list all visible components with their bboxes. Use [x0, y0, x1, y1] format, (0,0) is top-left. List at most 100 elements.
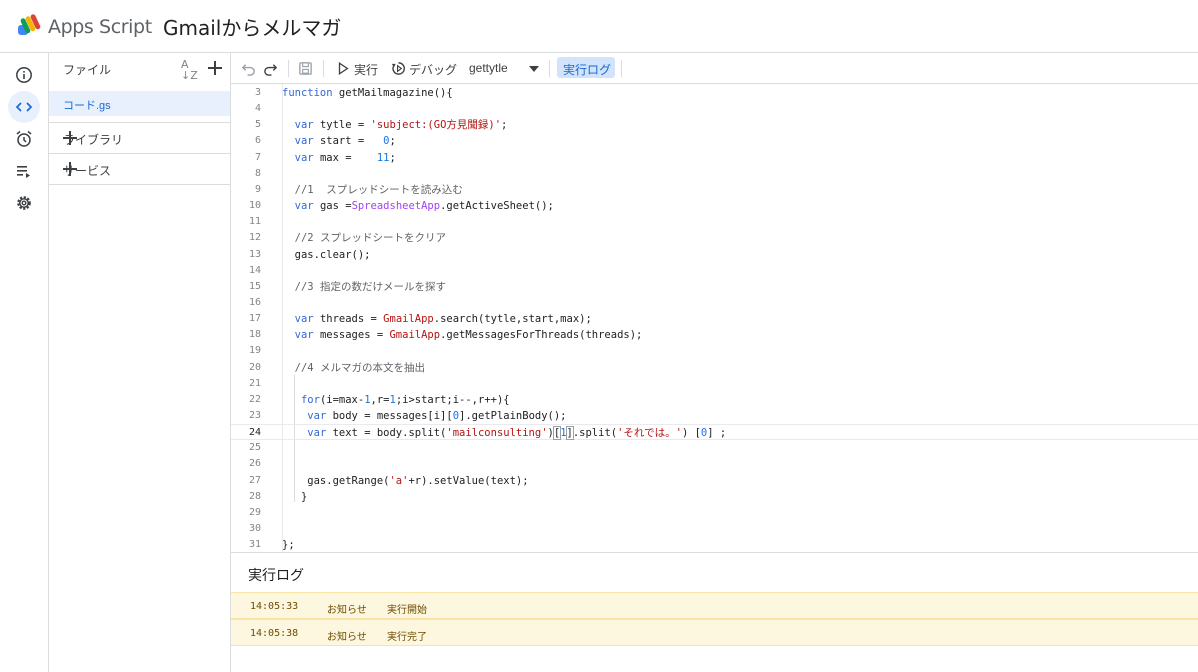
code-line[interactable]: 21	[231, 376, 1198, 392]
code-line[interactable]: 20 //4 メルマガの本文を抽出	[231, 360, 1198, 376]
code-text[interactable]: //4 メルマガの本文を抽出	[282, 360, 425, 376]
code-line[interactable]: 9 //1 スプレッドシートを読み込む	[231, 182, 1198, 198]
code-line[interactable]: 24 var text = body.split('mailconsulting…	[231, 424, 1198, 441]
debug-button[interactable]: デバッグ	[409, 61, 457, 78]
toolbar-separator	[323, 60, 324, 77]
rail-editor-button[interactable]	[8, 91, 40, 123]
code-line[interactable]: 29	[231, 505, 1198, 521]
line-number: 3	[254, 87, 261, 98]
libraries-section[interactable]: ライブラリ	[49, 122, 231, 152]
code-line[interactable]: 16	[231, 295, 1198, 311]
code-line[interactable]: 17 var threads = GmailApp.search(tytle,s…	[231, 311, 1198, 327]
chevron-down-icon[interactable]	[529, 66, 539, 72]
code-line[interactable]: 4	[231, 101, 1198, 117]
execution-log-title: 実行ログ	[248, 567, 304, 583]
code-text[interactable]: //3 指定の数だけメールを探す	[282, 279, 446, 295]
code-line[interactable]: 31};	[231, 537, 1198, 552]
execution-log-panel: 実行ログ 14:05:33 お知らせ 実行開始 14:05:38 お知らせ 実行…	[231, 552, 1198, 672]
log-time: 14:05:38	[250, 628, 299, 639]
code-text[interactable]: var tytle = 'subject:(GO方見聞録)';	[282, 117, 508, 133]
code-line[interactable]: 28 }	[231, 489, 1198, 505]
line-number: 15	[248, 280, 261, 292]
code-text[interactable]: var body = messages[i][0].getPlainBody()…	[282, 408, 566, 424]
code-line[interactable]: 12 //2 スプレッドシートをクリア	[231, 230, 1198, 246]
line-number: 19	[248, 345, 261, 357]
run-button[interactable]: 実行	[354, 61, 378, 78]
file-item-code-gs[interactable]: コード.gs	[49, 91, 230, 116]
code-line[interactable]: 27 gas.getRange('a'+r).setValue(text);	[231, 473, 1198, 489]
code-text[interactable]: var max = 11;	[282, 150, 396, 166]
executions-list-icon	[17, 166, 30, 178]
rail-overview-button[interactable]	[8, 59, 40, 91]
rail-triggers-button[interactable]	[8, 123, 40, 155]
code-line[interactable]: 23 var body = messages[i][0].getPlainBod…	[231, 408, 1198, 424]
code-text[interactable]: //1 スプレッドシートを読み込む	[282, 182, 463, 198]
function-select[interactable]: gettytle	[469, 61, 508, 75]
code-text[interactable]: //2 スプレッドシートをクリア	[282, 230, 446, 246]
code-text[interactable]: var gas =SpreadsheetApp.getActiveSheet()…	[282, 198, 554, 214]
code-editor[interactable]: 3 function getMailmagazine(){4 5 var tytle…	[231, 84, 1198, 552]
code-line[interactable]: 18 var messages = GmailApp.getMessagesFo…	[231, 327, 1198, 343]
code-line[interactable]: 13 gas.clear();	[231, 247, 1198, 263]
line-number: 21	[248, 377, 261, 389]
code-line[interactable]: 3 function getMailmagazine(){	[231, 85, 1198, 101]
alarm-clock-icon	[16, 130, 32, 147]
save-icon[interactable]	[296, 59, 314, 77]
code-line[interactable]: 14	[231, 263, 1198, 279]
debug-icon[interactable]	[390, 59, 406, 77]
services-section[interactable]: サービス	[49, 153, 231, 183]
code-line[interactable]: 8	[231, 166, 1198, 182]
file-item-label: コード.gs	[63, 100, 111, 112]
line-number: 13	[248, 248, 261, 260]
rail-settings-button[interactable]	[8, 187, 40, 219]
code-text[interactable]: for(i=max-1,r=1;i>start;i--,r++){	[282, 392, 510, 408]
code-line[interactable]: 7 var max = 11;	[231, 150, 1198, 166]
log-time: 14:05:33	[250, 601, 299, 612]
sort-az-icon[interactable]: A ↓Z	[181, 59, 198, 81]
code-line[interactable]: 6 var start = 0;	[231, 133, 1198, 149]
line-number: 30	[248, 523, 261, 535]
line-number: 11	[248, 216, 261, 228]
code-line[interactable]: 25	[231, 440, 1198, 456]
code-line[interactable]: 15 //3 指定の数だけメールを探す	[231, 279, 1198, 295]
code-text[interactable]: var start = 0;	[282, 133, 396, 149]
code-line[interactable]: 26	[231, 456, 1198, 472]
code-text[interactable]: function getMailmagazine(){	[282, 85, 453, 101]
run-play-icon[interactable]	[336, 59, 350, 77]
app-name[interactable]: Apps Script	[48, 16, 152, 38]
line-number: 9	[254, 183, 261, 195]
gear-icon	[17, 196, 31, 210]
line-number: 26	[248, 458, 261, 470]
line-number: 16	[248, 296, 261, 308]
line-number: 23	[248, 410, 261, 421]
add-library-icon[interactable]	[63, 131, 77, 145]
redo-icon[interactable]	[261, 59, 279, 77]
add-service-icon[interactable]	[63, 162, 77, 176]
code-text[interactable]: gas.clear();	[282, 247, 371, 263]
code-text[interactable]: }	[282, 489, 307, 505]
code-line[interactable]: 22 for(i=max-1,r=1;i>start;i--,r++){	[231, 392, 1198, 408]
code-text[interactable]: var threads = GmailApp.search(tytle,star…	[282, 311, 592, 327]
code-line[interactable]: 19	[231, 343, 1198, 359]
code-text[interactable]: gas.getRange('a'+r).setValue(text);	[282, 473, 528, 489]
add-file-icon[interactable]	[208, 61, 222, 75]
undo-icon[interactable]	[239, 59, 257, 77]
code-text[interactable]: var text = body.split('mailconsulting')[…	[282, 425, 726, 441]
line-number: 20	[248, 361, 261, 373]
code-line[interactable]: 10 var gas =SpreadsheetApp.getActiveShee…	[231, 198, 1198, 214]
code-line[interactable]: 30	[231, 521, 1198, 537]
line-number: 7	[254, 151, 261, 163]
code-line[interactable]: 5 var tytle = 'subject:(GO方見聞録)';	[231, 117, 1198, 133]
rail-executions-button[interactable]	[8, 155, 40, 187]
line-number: 12	[248, 232, 261, 244]
code-text[interactable]: };	[282, 537, 295, 552]
code-text[interactable]: var messages = GmailApp.getMessagesForTh…	[282, 327, 643, 343]
project-title[interactable]: Gmailからメルマガ	[163, 12, 341, 41]
execution-log-toggle[interactable]: 実行ログ	[557, 57, 615, 78]
log-message: 実行開始	[387, 605, 427, 616]
code-icon	[15, 102, 33, 112]
code-line[interactable]: 11	[231, 214, 1198, 230]
line-number: 14	[248, 264, 261, 276]
log-level: お知らせ	[327, 632, 367, 643]
apps-script-logo-icon[interactable]	[17, 13, 43, 37]
